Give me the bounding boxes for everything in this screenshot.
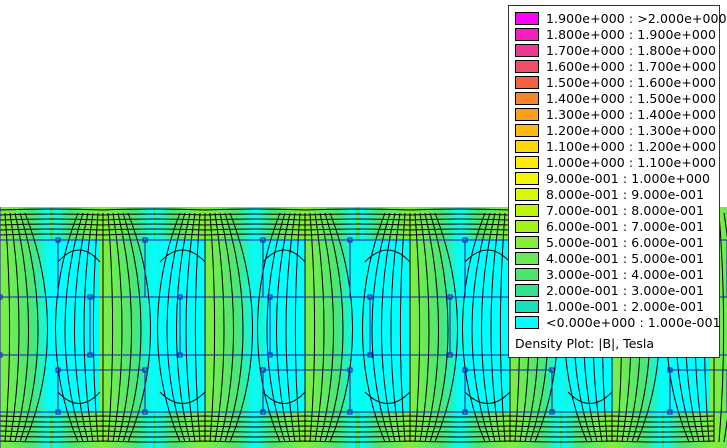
legend-label: 1.000e+000 : 1.100e+000 bbox=[546, 155, 717, 170]
legend-label: 1.300e+000 : 1.400e+000 bbox=[546, 107, 717, 122]
legend-entry: 1.200e+000 : 1.300e+000 bbox=[515, 123, 719, 139]
legend-entry: 1.600e+000 : 1.700e+000 bbox=[515, 59, 719, 75]
legend-swatch bbox=[515, 284, 539, 297]
legend-label: 2.000e-001 : 3.000e-001 bbox=[546, 283, 705, 298]
legend-swatch bbox=[515, 28, 539, 41]
legend-label: 5.000e-001 : 6.000e-001 bbox=[546, 235, 705, 250]
legend-swatch bbox=[515, 108, 539, 121]
legend-label: 6.000e-001 : 7.000e-001 bbox=[546, 219, 705, 234]
legend-swatch bbox=[515, 124, 539, 137]
legend-entry: 1.800e+000 : 1.900e+000 bbox=[515, 27, 719, 43]
legend-entry: 1.900e+000 : >2.000e+000 bbox=[515, 11, 727, 27]
legend-entry: 8.000e-001 : 9.000e-001 bbox=[515, 187, 719, 203]
legend-swatch bbox=[515, 268, 539, 281]
legend-label: 1.100e+000 : 1.200e+000 bbox=[546, 139, 717, 154]
legend-swatch bbox=[515, 12, 539, 25]
legend-entry: 1.000e-001 : 2.000e-001 bbox=[515, 299, 719, 315]
legend-swatch bbox=[515, 252, 539, 265]
legend-title: Density Plot: |B|, Tesla bbox=[515, 336, 655, 351]
legend-label: 1.700e+000 : 1.800e+000 bbox=[546, 43, 717, 58]
legend-panel: 1.900e+000 : >2.000e+000 1.800e+000 : 1.9… bbox=[508, 5, 727, 358]
legend-label: 4.000e-001 : 5.000e-001 bbox=[546, 251, 705, 266]
legend-swatch bbox=[515, 156, 539, 169]
legend-entry: 4.000e-001 : 5.000e-001 bbox=[515, 251, 719, 267]
legend-swatch bbox=[515, 236, 539, 249]
legend-label: 1.200e+000 : 1.300e+000 bbox=[546, 123, 717, 138]
legend-swatch bbox=[515, 300, 539, 313]
legend-entry: 1.500e+000 : 1.600e+000 bbox=[515, 75, 719, 91]
legend-swatch bbox=[515, 204, 539, 217]
legend-swatch bbox=[515, 316, 539, 329]
legend-label: 1.800e+000 : 1.900e+000 bbox=[546, 27, 717, 42]
legend-swatch bbox=[515, 76, 539, 89]
legend-label: <0.000e+000 : 1.000e-001 bbox=[546, 315, 721, 330]
legend-entry: 7.000e-001 : 8.000e-001 bbox=[515, 203, 719, 219]
legend-entry: 1.700e+000 : 1.800e+000 bbox=[515, 43, 719, 59]
legend-entry: 5.000e-001 : 6.000e-001 bbox=[515, 235, 719, 251]
legend-label: 1.600e+000 : 1.700e+000 bbox=[546, 59, 717, 74]
legend-entry: 1.000e+000 : 1.100e+000 bbox=[515, 155, 719, 171]
legend-label: 3.000e-001 : 4.000e-001 bbox=[546, 267, 705, 282]
legend-entry: 1.300e+000 : 1.400e+000 bbox=[515, 107, 719, 123]
legend-swatch bbox=[515, 60, 539, 73]
legend-entry: 3.000e-001 : 4.000e-001 bbox=[515, 267, 719, 283]
legend-label: 1.900e+000 : >2.000e+000 bbox=[546, 11, 727, 26]
legend-label: 9.000e-001 : 1.000e+000 bbox=[546, 171, 711, 186]
legend-swatch bbox=[515, 172, 539, 185]
legend-swatch bbox=[515, 44, 539, 57]
slot-field bbox=[263, 240, 305, 412]
legend-entry: 9.000e-001 : 1.000e+000 bbox=[515, 171, 719, 187]
field-viewport[interactable]: 1.900e+000 : >2.000e+000 1.800e+000 : 1.9… bbox=[0, 0, 727, 448]
legend-label: 1.400e+000 : 1.500e+000 bbox=[546, 91, 717, 106]
legend-label: 1.000e-001 : 2.000e-001 bbox=[546, 299, 705, 314]
legend-entry: 6.000e-001 : 7.000e-001 bbox=[515, 219, 719, 235]
legend-entry: 1.100e+000 : 1.200e+000 bbox=[515, 139, 719, 155]
legend-swatch bbox=[515, 188, 539, 201]
legend-label: 8.000e-001 : 9.000e-001 bbox=[546, 187, 705, 202]
legend-label: 1.500e+000 : 1.600e+000 bbox=[546, 75, 717, 90]
legend-entry: <0.000e+000 : 1.000e-001 bbox=[515, 315, 721, 331]
legend-entry: 1.400e+000 : 1.500e+000 bbox=[515, 91, 719, 107]
legend-swatch bbox=[515, 92, 539, 105]
legend-swatch bbox=[515, 140, 539, 153]
legend-entry: 2.000e-001 : 3.000e-001 bbox=[515, 283, 719, 299]
legend-label: 7.000e-001 : 8.000e-001 bbox=[546, 203, 705, 218]
legend-swatch bbox=[515, 220, 539, 233]
